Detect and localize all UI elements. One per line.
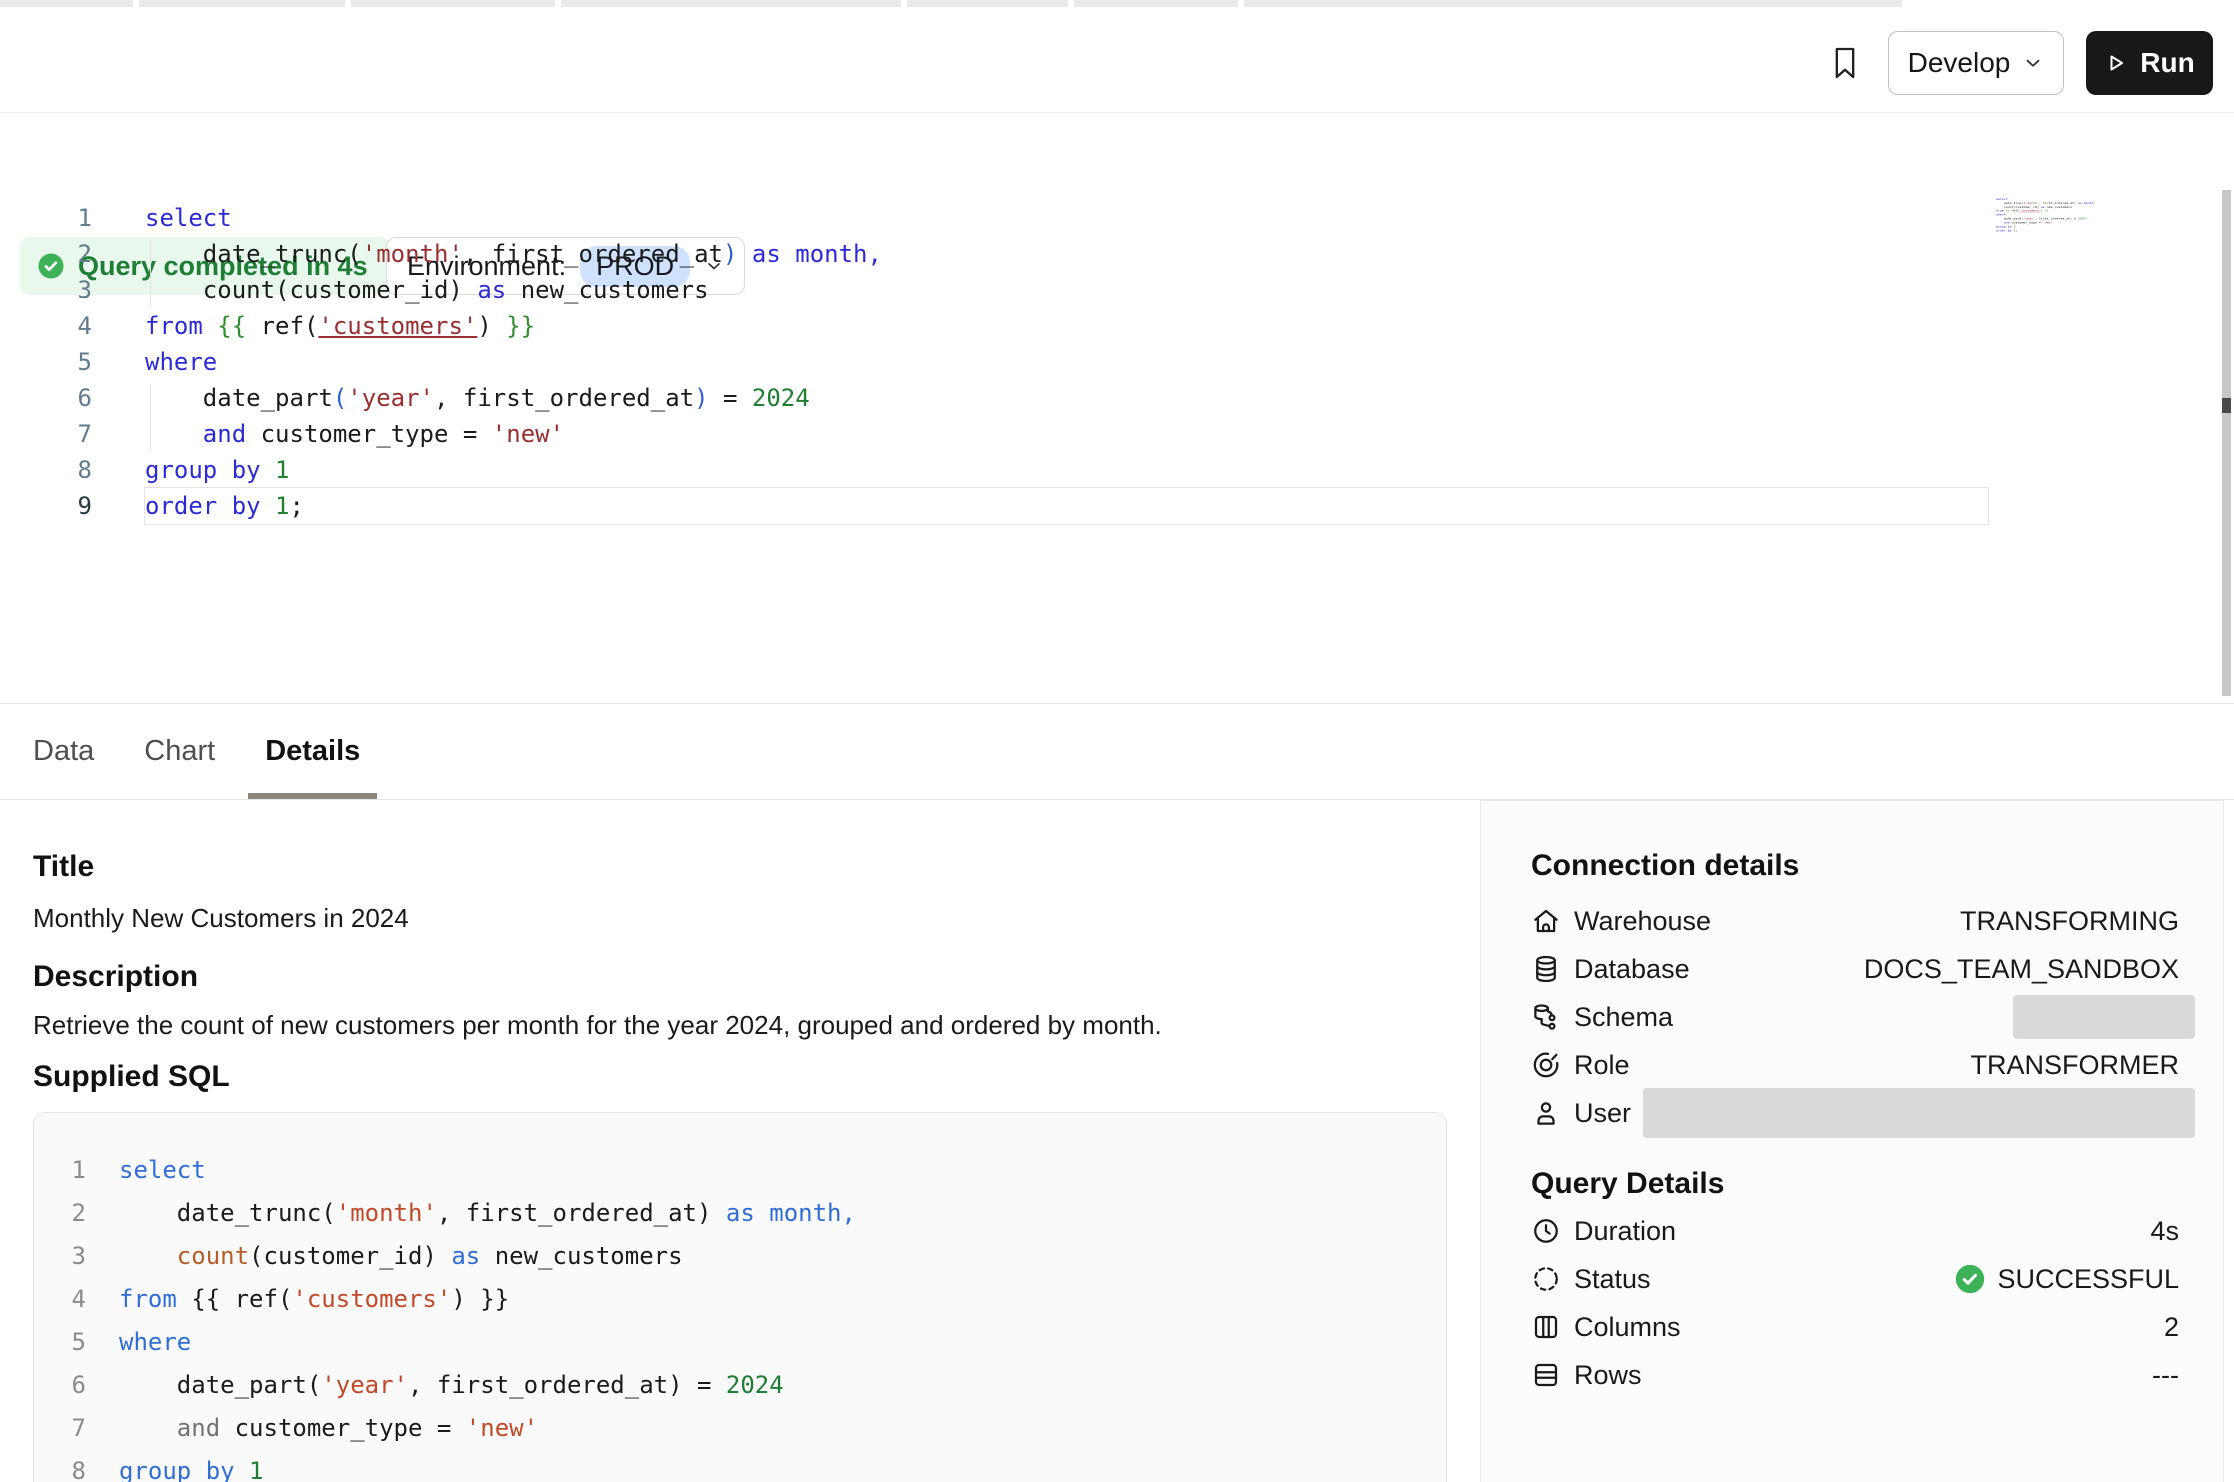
columns-icon xyxy=(1531,1312,1561,1342)
title-heading: Title xyxy=(33,850,94,884)
minimap-code: select date_trunc('month', first_ordered… xyxy=(1996,197,2104,233)
editor-scrollbar-thumb[interactable] xyxy=(2222,398,2231,413)
row-label: User xyxy=(1574,1098,1631,1129)
supplied-sql-heading: Supplied SQL xyxy=(33,1060,230,1094)
title-value: Monthly New Customers in 2024 xyxy=(33,903,409,934)
query-row-columns: Columns 2 xyxy=(1531,1303,2179,1351)
row-label: Role xyxy=(1574,1050,1630,1081)
run-button-label: Run xyxy=(2140,47,2194,79)
query-details-heading: Query Details xyxy=(1531,1167,1724,1201)
database-icon xyxy=(1531,954,1561,984)
connection-row-database: Database DOCS_TEAM_SANDBOX xyxy=(1531,945,2179,993)
results-tab-bar: Data Chart Details xyxy=(0,703,2234,800)
status-icon xyxy=(1531,1264,1561,1294)
row-value: 2 xyxy=(2164,1312,2179,1343)
row-label: Duration xyxy=(1574,1216,1676,1247)
run-button[interactable]: Run xyxy=(2086,31,2213,95)
connection-details-panel: Connection details Warehouse TRANSFORMIN… xyxy=(1480,800,2224,1482)
tab-details[interactable]: Details xyxy=(248,704,377,799)
description-heading: Description xyxy=(33,960,198,994)
success-check-icon xyxy=(1953,1262,1987,1296)
editor-code-lines[interactable]: 1select2 date_trunc('month', first_order… xyxy=(0,200,1988,524)
develop-button-label: Develop xyxy=(1908,47,2011,79)
row-label: Database xyxy=(1574,954,1690,985)
redaction-box xyxy=(2013,995,2195,1039)
row-value: DOCS_TEAM_SANDBOX xyxy=(1864,954,2179,985)
bookmark-icon xyxy=(1831,44,1859,82)
bookmark-button[interactable] xyxy=(1828,41,1862,85)
tab-chart[interactable]: Chart xyxy=(127,704,232,799)
query-row-duration: Duration 4s xyxy=(1531,1207,2179,1255)
editor-scrollbar[interactable] xyxy=(2222,190,2231,696)
row-value: TRANSFORMING xyxy=(1960,906,2179,937)
description-value: Retrieve the count of new customers per … xyxy=(33,1010,1162,1041)
row-value: TRANSFORMER xyxy=(1971,1050,2180,1081)
row-label: Status xyxy=(1574,1264,1651,1295)
connection-details-rows: Warehouse TRANSFORMING Database DOCS_TEA… xyxy=(1531,897,2179,1137)
rows-icon xyxy=(1531,1360,1561,1390)
connection-row-schema: Schema xyxy=(1531,993,2179,1041)
row-label: Columns xyxy=(1574,1312,1681,1343)
tab-data[interactable]: Data xyxy=(16,704,111,799)
role-icon xyxy=(1531,1050,1561,1080)
query-details-rows: Duration 4s Status S xyxy=(1531,1207,2179,1399)
details-panel: Title Monthly New Customers in 2024 Desc… xyxy=(0,800,1480,1482)
connection-row-warehouse: Warehouse TRANSFORMING xyxy=(1531,897,2179,945)
window-tabs-strip xyxy=(0,0,2234,7)
chevron-down-icon xyxy=(2022,52,2044,74)
develop-menu-button[interactable]: Develop xyxy=(1888,31,2064,95)
schema-icon xyxy=(1531,1002,1561,1032)
status-value: SUCCESSFUL xyxy=(1953,1262,2179,1296)
toolbar: Develop Run xyxy=(0,7,2234,113)
status-text: SUCCESSFUL xyxy=(1997,1264,2179,1295)
row-value-redacted xyxy=(1643,1088,2179,1138)
query-row-status: Status SUCCESSFUL xyxy=(1531,1255,2179,1303)
redaction-box xyxy=(1643,1088,2195,1138)
user-icon xyxy=(1531,1098,1561,1128)
query-row-rows: Rows --- xyxy=(1531,1351,2179,1399)
row-label: Schema xyxy=(1574,1002,1673,1033)
supplied-sql-code-block: 1select2 date_trunc('month', first_order… xyxy=(33,1112,1447,1482)
row-label: Rows xyxy=(1574,1360,1642,1391)
row-value-redacted xyxy=(2013,995,2179,1039)
connection-row-role: Role TRANSFORMER xyxy=(1531,1041,2179,1089)
play-icon xyxy=(2104,51,2128,75)
connection-details-heading: Connection details xyxy=(1531,849,1799,883)
editor-minimap[interactable]: select date_trunc('month', first_ordered… xyxy=(1996,197,2116,243)
sql-editor[interactable]: Query completed in 4s Environment: PROD … xyxy=(0,113,2234,703)
warehouse-icon xyxy=(1531,906,1561,936)
row-value: --- xyxy=(2152,1360,2179,1391)
query-editor-page: Develop Run Query xyxy=(0,0,2234,1482)
row-label: Warehouse xyxy=(1574,906,1711,937)
row-value: 4s xyxy=(2150,1216,2179,1247)
duration-icon xyxy=(1531,1216,1561,1246)
connection-row-user: User xyxy=(1531,1089,2179,1137)
